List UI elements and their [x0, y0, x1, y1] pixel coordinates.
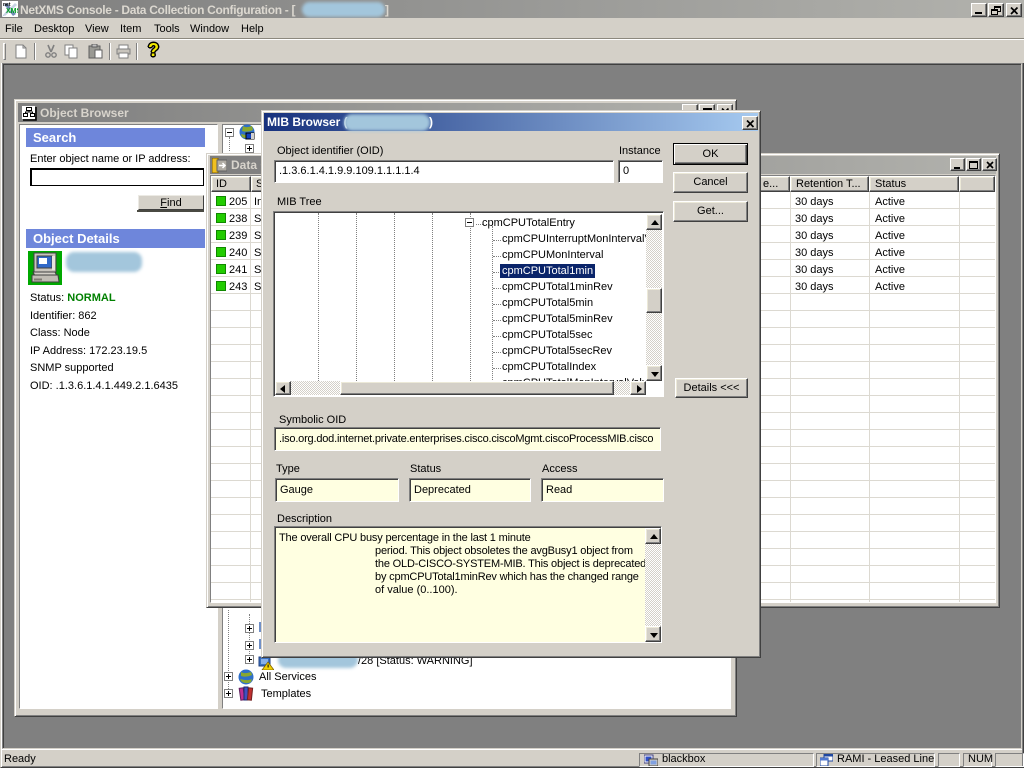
- svg-text:XMS: XMS: [6, 8, 18, 15]
